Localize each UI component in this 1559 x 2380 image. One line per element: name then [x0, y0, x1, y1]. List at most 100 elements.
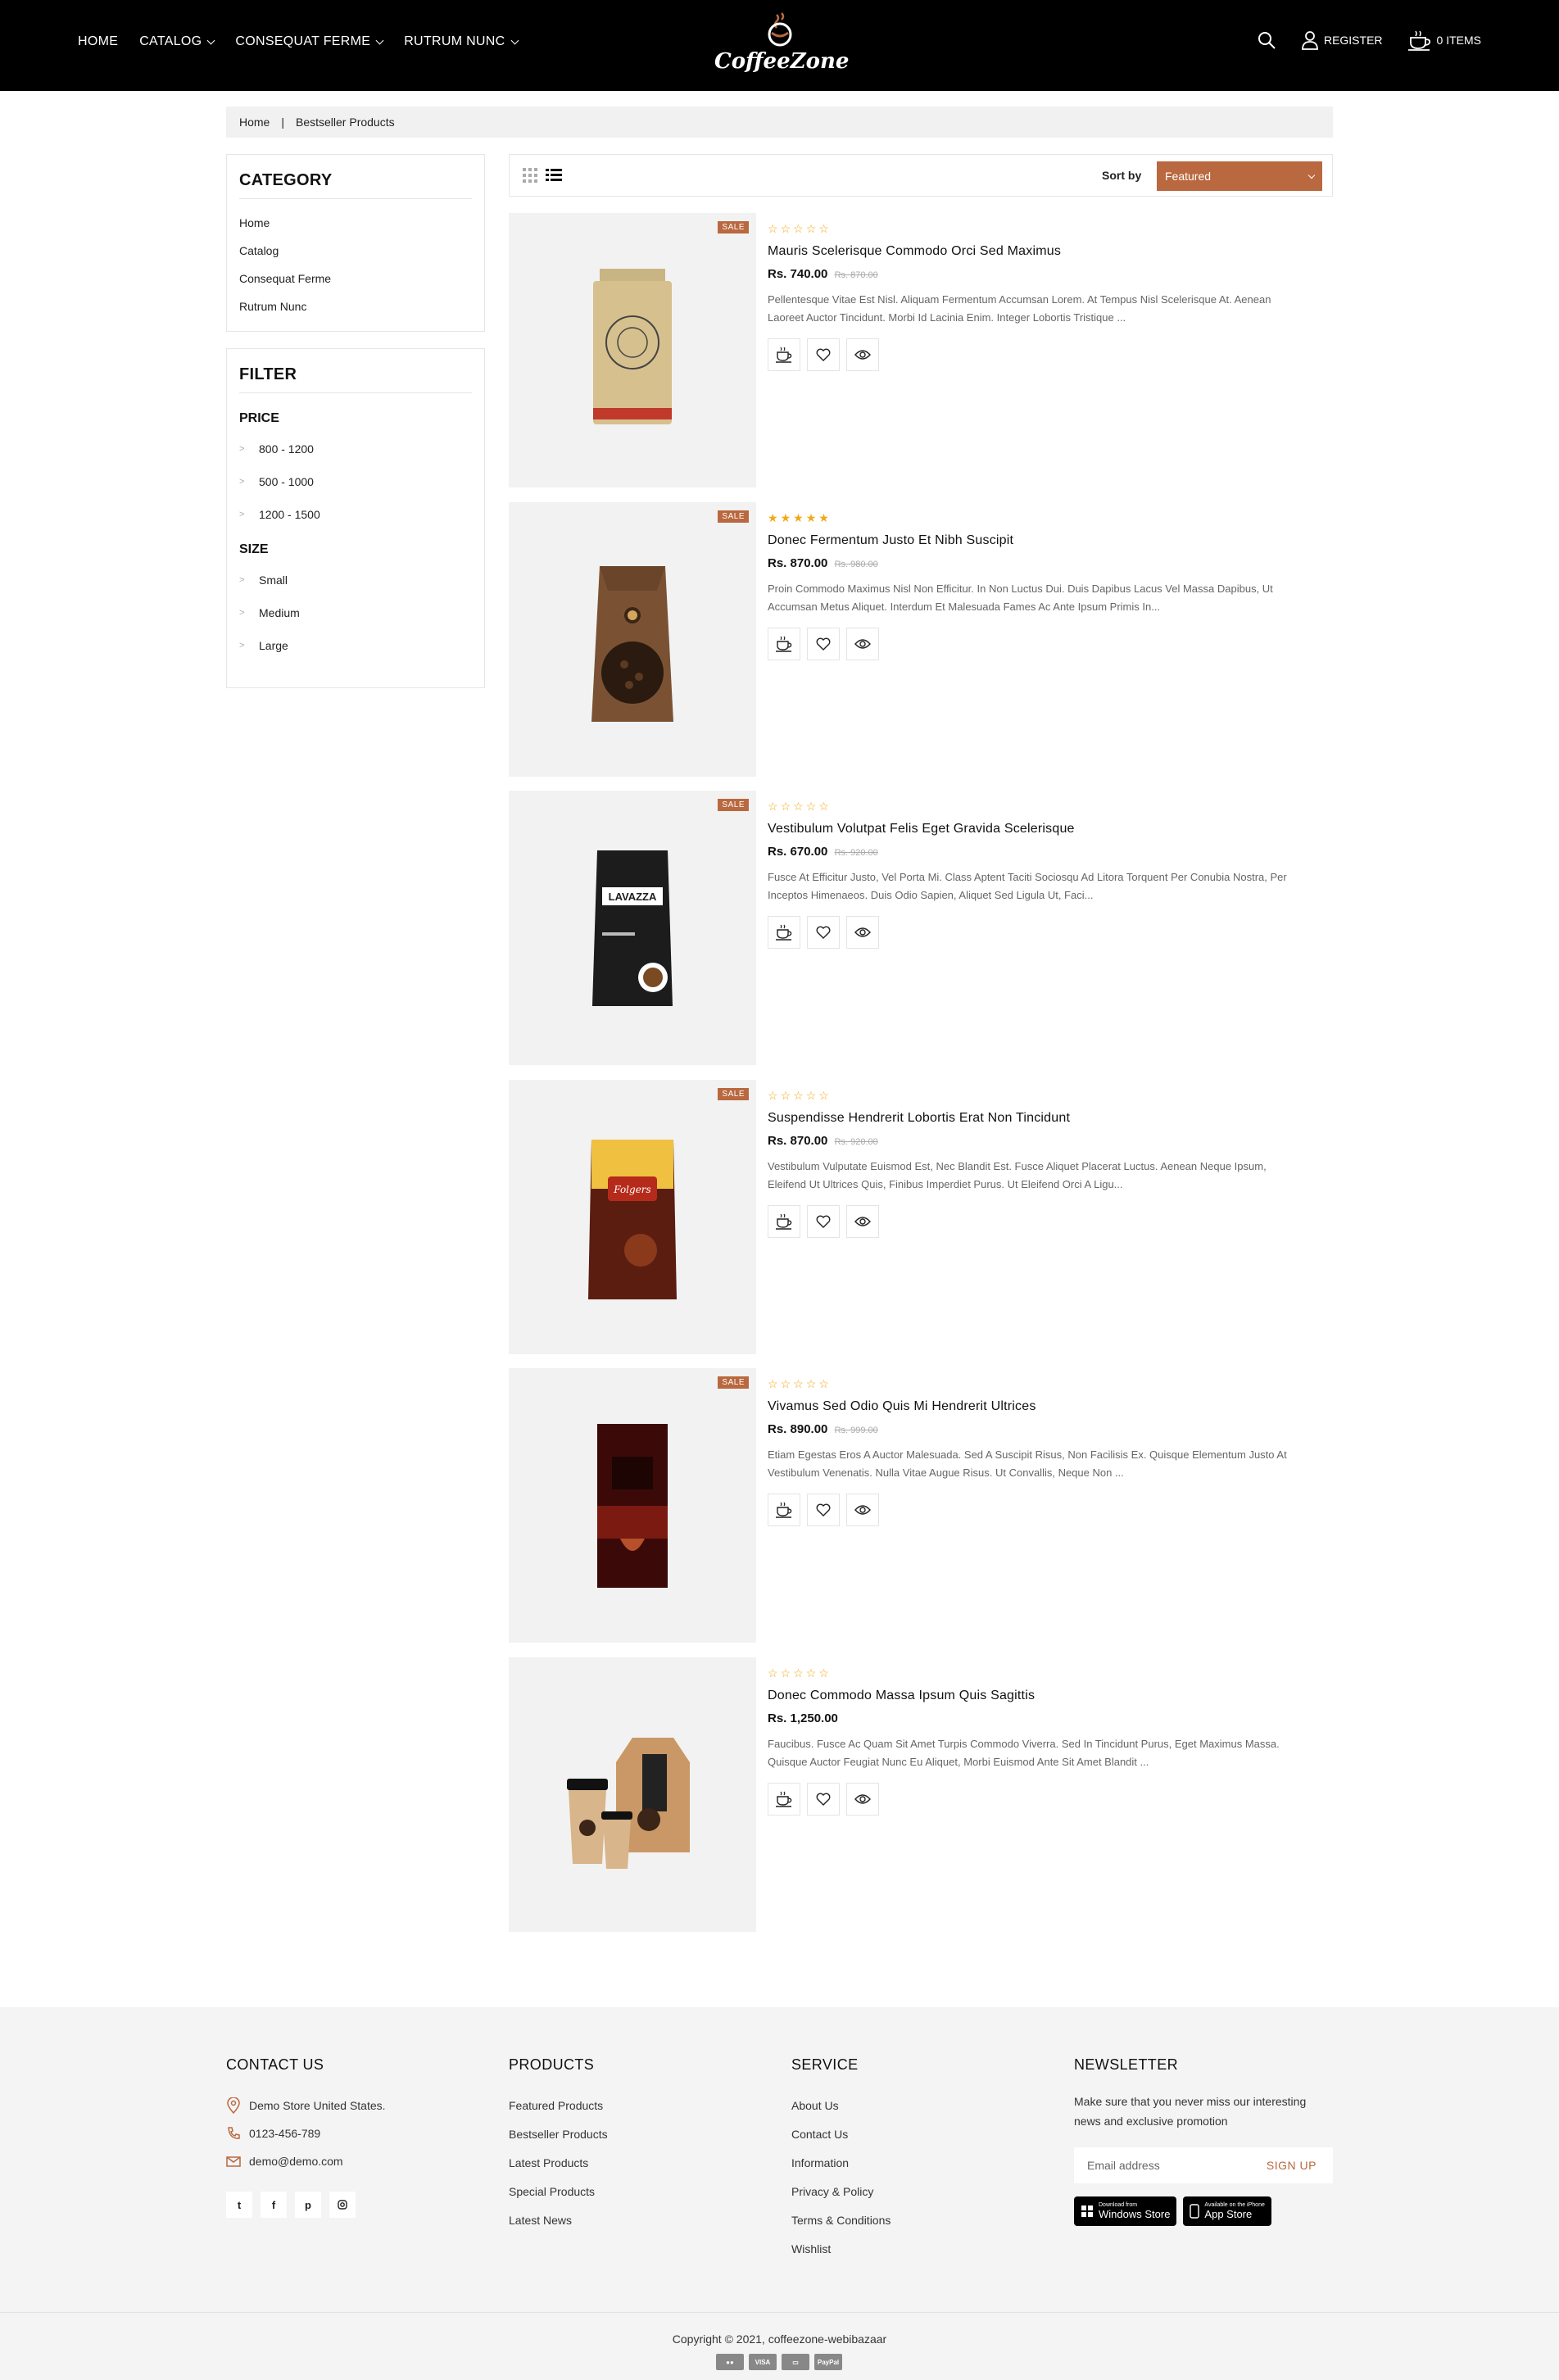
category-item-consequat-ferme[interactable]: Consequat Ferme — [239, 265, 472, 292]
add-to-cart-button[interactable] — [768, 1494, 800, 1526]
category-item-catalog[interactable]: Catalog — [239, 237, 472, 265]
sort-select[interactable]: Featured — [1157, 161, 1322, 191]
footer-link[interactable]: Bestseller Products — [509, 2120, 608, 2149]
windows-store-badge[interactable]: Download from Windows Store — [1074, 2196, 1177, 2226]
category-item-home[interactable]: Home — [239, 209, 472, 237]
product-photo: Folgers — [509, 1080, 756, 1354]
footer-link[interactable]: Latest News — [509, 2206, 608, 2235]
footer-link[interactable]: Privacy & Policy — [791, 2178, 891, 2206]
quick-view-button[interactable] — [846, 628, 879, 660]
add-to-cart-button[interactable] — [768, 916, 800, 949]
star-empty-icon: ☆ — [768, 800, 778, 813]
nav-home[interactable]: HOME — [78, 34, 118, 49]
category-title: CATEGORY — [239, 171, 472, 199]
search-button[interactable] — [1257, 30, 1276, 50]
product-description: Proin Commodo Maximus Nisl Non Efficitur… — [768, 583, 1273, 613]
contact-email-text[interactable]: demo@demo.com — [249, 2155, 343, 2168]
quick-view-button[interactable] — [846, 1783, 879, 1816]
product-image[interactable]: SALE — [509, 1368, 756, 1643]
product-name[interactable]: Vestibulum Volutpat Felis Eget Gravida S… — [768, 822, 1325, 836]
instagram-glyph — [338, 2200, 347, 2210]
product-name[interactable]: Mauris Scelerisque Commodo Orci Sed Maxi… — [768, 244, 1325, 259]
breadcrumb-current: Bestseller Products — [296, 116, 395, 129]
price-filter-item[interactable]: >800 - 1200 — [239, 433, 472, 465]
product-description: Faucibus. Fusce Ac Quam Sit Amet Turpis … — [768, 1738, 1280, 1768]
site-logo[interactable]: CoffeeZone — [714, 11, 849, 82]
rating-stars: ★ ★ ★ ★ ★ — [768, 512, 1325, 524]
grid-view-icon[interactable] — [523, 168, 537, 183]
breadcrumb-home[interactable]: Home — [239, 116, 270, 129]
footer-link[interactable]: Wishlist — [791, 2235, 891, 2264]
nav-rutrum-label: RUTRUM NUNC — [404, 34, 505, 48]
wishlist-button[interactable] — [807, 1494, 840, 1526]
product-image[interactable]: Folgers SALE — [509, 1080, 756, 1354]
price-filter-item[interactable]: >1200 - 1500 — [239, 498, 472, 531]
add-to-cart-button[interactable] — [768, 1205, 800, 1238]
product-item: SALE ★ ★ ★ ★ ★ Donec Fermentum Justo Et Nibh… — [509, 502, 1333, 777]
add-to-cart-button[interactable] — [768, 1783, 800, 1816]
quick-view-button[interactable] — [846, 916, 879, 949]
size-filter-item[interactable]: > Small — [239, 564, 472, 596]
app-store-badge[interactable]: Available on the iPhone App Store — [1183, 2196, 1271, 2226]
add-to-cart-button[interactable] — [768, 628, 800, 660]
wishlist-button[interactable] — [807, 1205, 840, 1238]
size-filter-item[interactable]: > Large — [239, 629, 472, 662]
rating-stars: ☆ ☆ ☆ ☆ ☆ — [768, 800, 1325, 812]
footer-link[interactable]: Special Products — [509, 2178, 608, 2206]
chevron-down-icon — [510, 36, 519, 44]
product-name[interactable]: Vivamus Sed Odio Quis Mi Hendrerit Ultri… — [768, 1399, 1325, 1414]
size-filter-item[interactable]: > Medium — [239, 596, 472, 629]
quick-view-button[interactable] — [846, 1494, 879, 1526]
chevron-right-icon: > — [239, 608, 245, 618]
signup-button[interactable]: SIGN UP — [1267, 2159, 1317, 2172]
nav-catalog[interactable]: CATALOG — [139, 34, 215, 49]
facebook-icon[interactable]: f — [261, 2192, 287, 2218]
product-image[interactable]: SALE — [509, 213, 756, 487]
eye-icon — [854, 639, 871, 649]
footer-link[interactable]: Information — [791, 2149, 891, 2178]
star-filled-icon: ★ — [805, 511, 817, 524]
quick-view-button[interactable] — [846, 338, 879, 371]
product-name[interactable]: Donec Fermentum Justo Et Nibh Suscipit — [768, 533, 1325, 548]
price-filter-item[interactable]: >500 - 1000 — [239, 465, 472, 498]
pinterest-icon[interactable]: p — [295, 2192, 321, 2218]
add-to-cart-button[interactable] — [768, 338, 800, 371]
twitter-icon[interactable]: t — [226, 2192, 252, 2218]
product-image[interactable]: SALE — [509, 502, 756, 777]
cart-button[interactable]: 0 ITEMS — [1407, 29, 1481, 51]
product-image[interactable]: LAVAZZA SALE — [509, 791, 756, 1065]
wishlist-button[interactable] — [807, 1783, 840, 1816]
newsletter-email-input[interactable]: Email address — [1087, 2159, 1160, 2172]
footer-newsletter: NEWSLETTER Make sure that you never miss… — [1074, 2056, 1333, 2226]
user-icon — [1302, 31, 1318, 50]
heart-icon — [816, 637, 831, 651]
footer-link[interactable]: Terms & Conditions — [791, 2206, 891, 2235]
instagram-icon[interactable] — [329, 2192, 356, 2218]
nav-consequat-ferme[interactable]: CONSEQUAT FERME — [235, 34, 384, 49]
search-icon — [1258, 32, 1276, 49]
main-nav: HOME CATALOG CONSEQUAT FERME RUTRUM NUNC — [78, 34, 519, 49]
footer-link[interactable]: Featured Products — [509, 2092, 608, 2120]
product-description: Fusce At Efficitur Justo, Vel Porta Mi. … — [768, 871, 1287, 901]
product-name[interactable]: Suspendisse Hendrerit Lobortis Erat Non … — [768, 1111, 1325, 1126]
rating-stars: ☆ ☆ ☆ ☆ ☆ — [768, 1378, 1325, 1389]
eye-icon — [854, 1794, 871, 1804]
register-link[interactable]: REGISTER — [1301, 30, 1383, 50]
sort-label: Sort by — [1102, 169, 1142, 182]
list-view-icon[interactable] — [546, 168, 562, 183]
wishlist-button[interactable] — [807, 338, 840, 371]
filter-title: FILTER — [239, 365, 472, 393]
product-image[interactable] — [509, 1657, 756, 1932]
chevron-right-icon: > — [239, 444, 245, 454]
nav-home-label: HOME — [78, 34, 119, 48]
quick-view-button[interactable] — [846, 1205, 879, 1238]
product-name[interactable]: Donec Commodo Massa Ipsum Quis Sagittis — [768, 1689, 1325, 1703]
wishlist-button[interactable] — [807, 916, 840, 949]
footer-link[interactable]: Latest Products — [509, 2149, 608, 2178]
nav-catalog-label: CATALOG — [139, 34, 202, 48]
nav-rutrum-nunc[interactable]: RUTRUM NUNC — [404, 34, 519, 49]
footer-link[interactable]: Contact Us — [791, 2120, 891, 2149]
footer-link[interactable]: About Us — [791, 2092, 891, 2120]
category-item-rutrum-nunc[interactable]: Rutrum Nunc — [239, 292, 472, 320]
wishlist-button[interactable] — [807, 628, 840, 660]
